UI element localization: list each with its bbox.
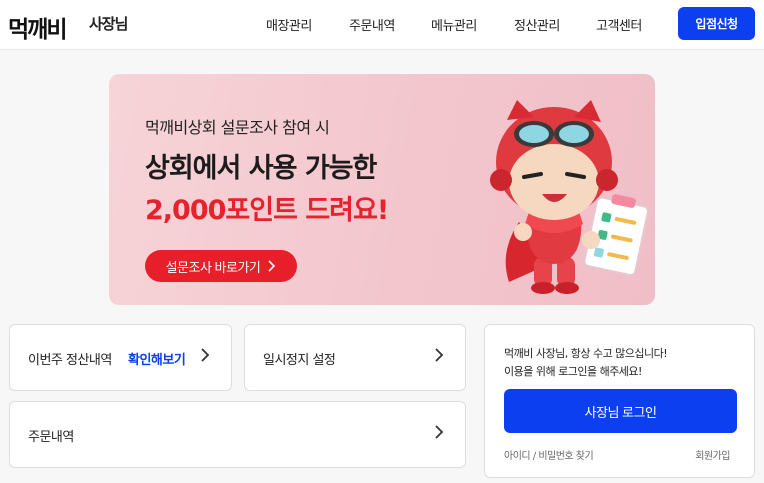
- nav-customer-center[interactable]: 고객센터: [596, 15, 642, 34]
- chevron-right-icon: [268, 260, 276, 272]
- nav-settlement[interactable]: 정산관리: [514, 15, 560, 34]
- mascot-illustration: [490, 100, 649, 294]
- survey-button[interactable]: 설문조사 바로가기: [145, 250, 297, 282]
- settlement-card[interactable]: 이번주 정산내역 확인해보기: [9, 324, 232, 391]
- pause-settings-label: 일시정지 설정: [263, 353, 336, 368]
- banner-line1: 먹깨비상회 설문조사 참여 시: [145, 118, 330, 137]
- chevron-right-icon: [435, 425, 444, 439]
- promo-banner[interactable]: 먹깨비상회 설문조사 참여 시 상회에서 사용 가능한 2,000포인트 드려요…: [109, 74, 655, 305]
- owner-login-button[interactable]: 사장님 로그인: [504, 389, 737, 433]
- nav-store-management[interactable]: 매장관리: [266, 15, 312, 34]
- top-header: 먹깨비 사장님 매장관리 주문내역 메뉴관리 정산관리 고객센터 입점신청: [0, 0, 764, 50]
- banner-line2: 상회에서 사용 가능한: [145, 153, 377, 184]
- signup-link[interactable]: 회원가입: [695, 447, 730, 462]
- login-panel: 먹깨비 사장님, 항상 수고 많으십니다! 이용을 위해 로그인을 해주세요! …: [484, 324, 755, 478]
- banner-line3: 2,000포인트 드려요!: [145, 195, 389, 226]
- settlement-label: 이번주 정산내역: [28, 353, 112, 368]
- nav-menu-management[interactable]: 메뉴관리: [431, 15, 477, 34]
- brand-logo[interactable]: 먹깨비: [8, 10, 68, 44]
- survey-button-label: 설문조사 바로가기: [165, 259, 261, 275]
- settlement-link[interactable]: 확인해보기: [128, 349, 186, 368]
- orders-card[interactable]: 주문내역: [9, 401, 466, 468]
- pause-settings-card[interactable]: 일시정지 설정: [244, 324, 466, 391]
- login-message-line1: 먹깨비 사장님, 항상 수고 많으십니다!: [504, 347, 668, 360]
- orders-label: 주문내역: [28, 430, 74, 445]
- nav-order-history[interactable]: 주문내역: [349, 15, 395, 34]
- login-message: 먹깨비 사장님, 항상 수고 많으십니다! 이용을 위해 로그인을 해주세요!: [504, 345, 744, 381]
- apply-store-button[interactable]: 입점신청: [678, 7, 755, 40]
- chevron-right-icon: [201, 348, 210, 362]
- login-message-line2: 이용을 위해 로그인을 해주세요!: [504, 365, 642, 378]
- brand-subtitle: 사장님: [89, 15, 128, 33]
- chevron-right-icon: [435, 348, 444, 362]
- find-id-password-link[interactable]: 아이디 / 비밀번호 찾기: [504, 447, 594, 462]
